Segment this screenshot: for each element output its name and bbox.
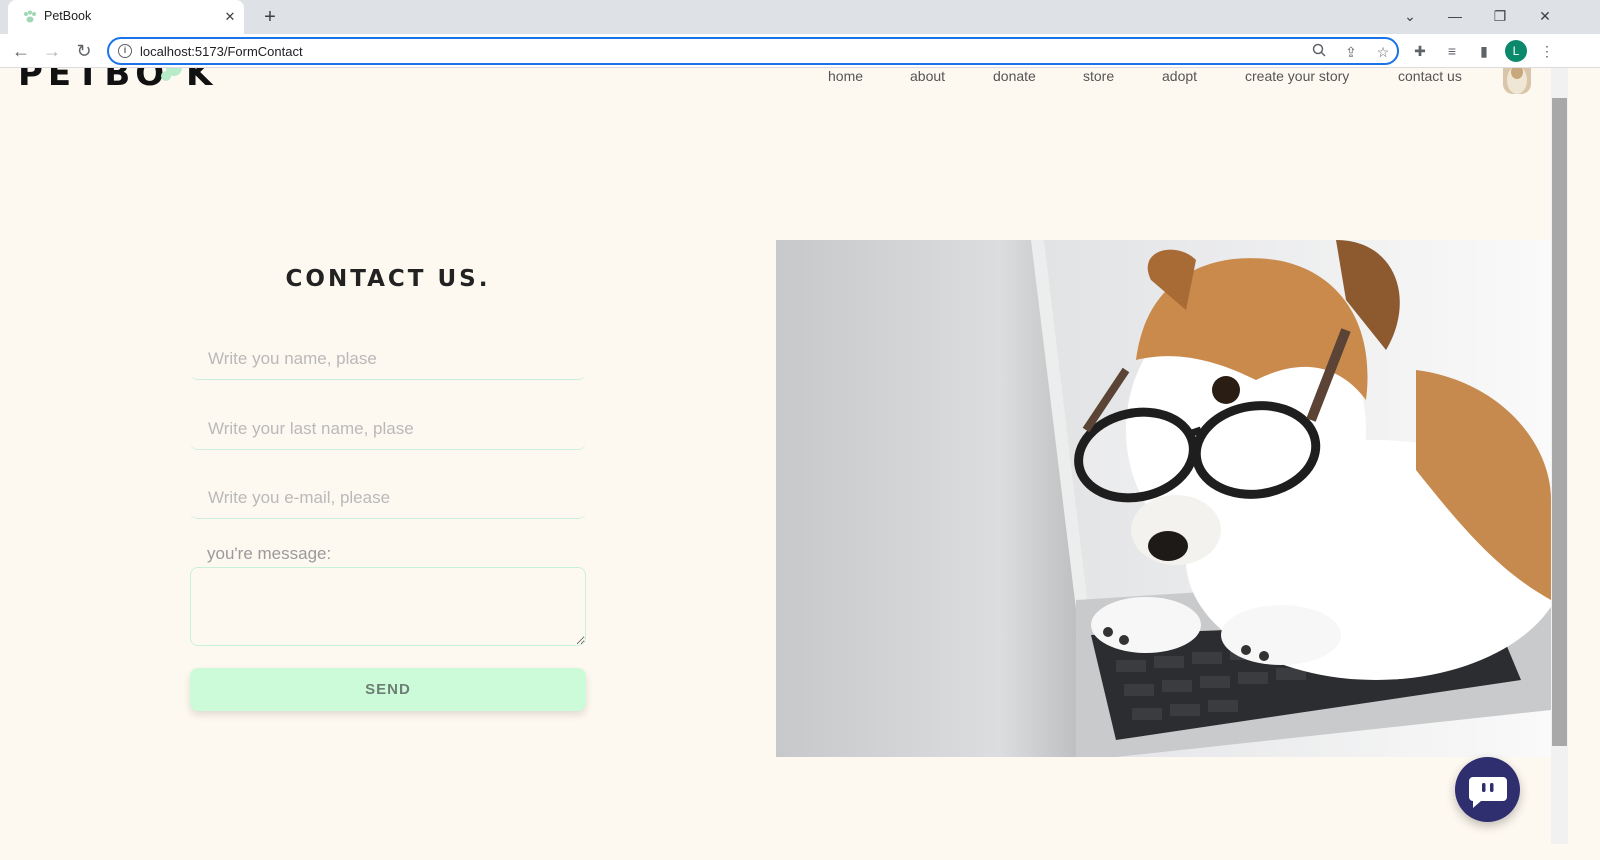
chat-icon bbox=[1469, 777, 1507, 808]
media-icon[interactable]: ≡ bbox=[1442, 41, 1462, 61]
browser-toolbar: ← → ↻ i localhost:5173/FormContact ⇪ ☆ ✚… bbox=[0, 34, 1600, 68]
window-close-icon[interactable]: ✕ bbox=[1530, 4, 1560, 28]
send-button[interactable]: SEND bbox=[190, 668, 586, 711]
nav-donate[interactable]: donate bbox=[993, 68, 1036, 84]
paw-icon bbox=[161, 68, 182, 81]
message-label: you're message: bbox=[207, 544, 332, 563]
nav-store[interactable]: store bbox=[1083, 68, 1114, 84]
page-scrollbar[interactable] bbox=[1551, 68, 1568, 844]
message-textarea[interactable] bbox=[190, 567, 586, 646]
profile-avatar[interactable]: L bbox=[1505, 40, 1527, 62]
chat-button[interactable] bbox=[1455, 757, 1520, 822]
browser-tab[interactable]: PetBook ✕ bbox=[8, 0, 244, 34]
nav-create-your-story[interactable]: create your story bbox=[1245, 68, 1349, 84]
info-icon[interactable]: i bbox=[118, 44, 132, 58]
nav-about[interactable]: about bbox=[910, 68, 945, 84]
kebab-menu-icon[interactable]: ⋮ bbox=[1537, 41, 1557, 61]
nav-contact-us[interactable]: contact us bbox=[1398, 68, 1462, 84]
tab-strip: PetBook ✕ + ⌄ — ❐ ✕ bbox=[0, 0, 1600, 34]
scrollbar-thumb[interactable] bbox=[1552, 98, 1567, 746]
page-title: CONTACT US. bbox=[285, 266, 491, 292]
page-viewport: PETBO K home about donate store adopt cr… bbox=[0, 68, 1600, 860]
forward-arrow-icon[interactable]: → bbox=[40, 39, 64, 63]
url-text[interactable]: localhost:5173/FormContact bbox=[140, 44, 303, 59]
dog-laptop-image bbox=[776, 240, 1551, 757]
star-icon[interactable]: ☆ bbox=[1373, 42, 1393, 62]
restore-icon[interactable]: ❐ bbox=[1485, 4, 1515, 28]
email-input[interactable] bbox=[190, 477, 586, 519]
paw-favicon-icon bbox=[24, 10, 36, 23]
first-name-input[interactable] bbox=[190, 338, 586, 380]
minimize-icon[interactable]: — bbox=[1440, 4, 1470, 28]
chevron-down-icon[interactable]: ⌄ bbox=[1395, 4, 1425, 28]
petbook-logo[interactable]: PETBO K bbox=[18, 68, 218, 96]
plus-icon[interactable]: + bbox=[258, 6, 282, 28]
close-icon[interactable]: ✕ bbox=[222, 9, 238, 25]
address-bar[interactable]: i localhost:5173/FormContact ⇪ ☆ bbox=[107, 37, 1399, 65]
extensions-icon[interactable]: ✚ bbox=[1410, 41, 1430, 61]
nav-home[interactable]: home bbox=[828, 68, 863, 84]
share-icon[interactable]: ⇪ bbox=[1341, 42, 1361, 62]
user-avatar[interactable] bbox=[1503, 68, 1531, 94]
side-panel-icon[interactable]: ▮ bbox=[1474, 41, 1494, 61]
reload-icon[interactable]: ↻ bbox=[72, 39, 96, 63]
back-arrow-icon[interactable]: ← bbox=[9, 39, 33, 63]
tab-title: PetBook bbox=[44, 9, 92, 23]
last-name-input[interactable] bbox=[190, 408, 586, 450]
zoom-icon[interactable] bbox=[1309, 42, 1329, 62]
nav-adopt[interactable]: adopt bbox=[1162, 68, 1197, 84]
